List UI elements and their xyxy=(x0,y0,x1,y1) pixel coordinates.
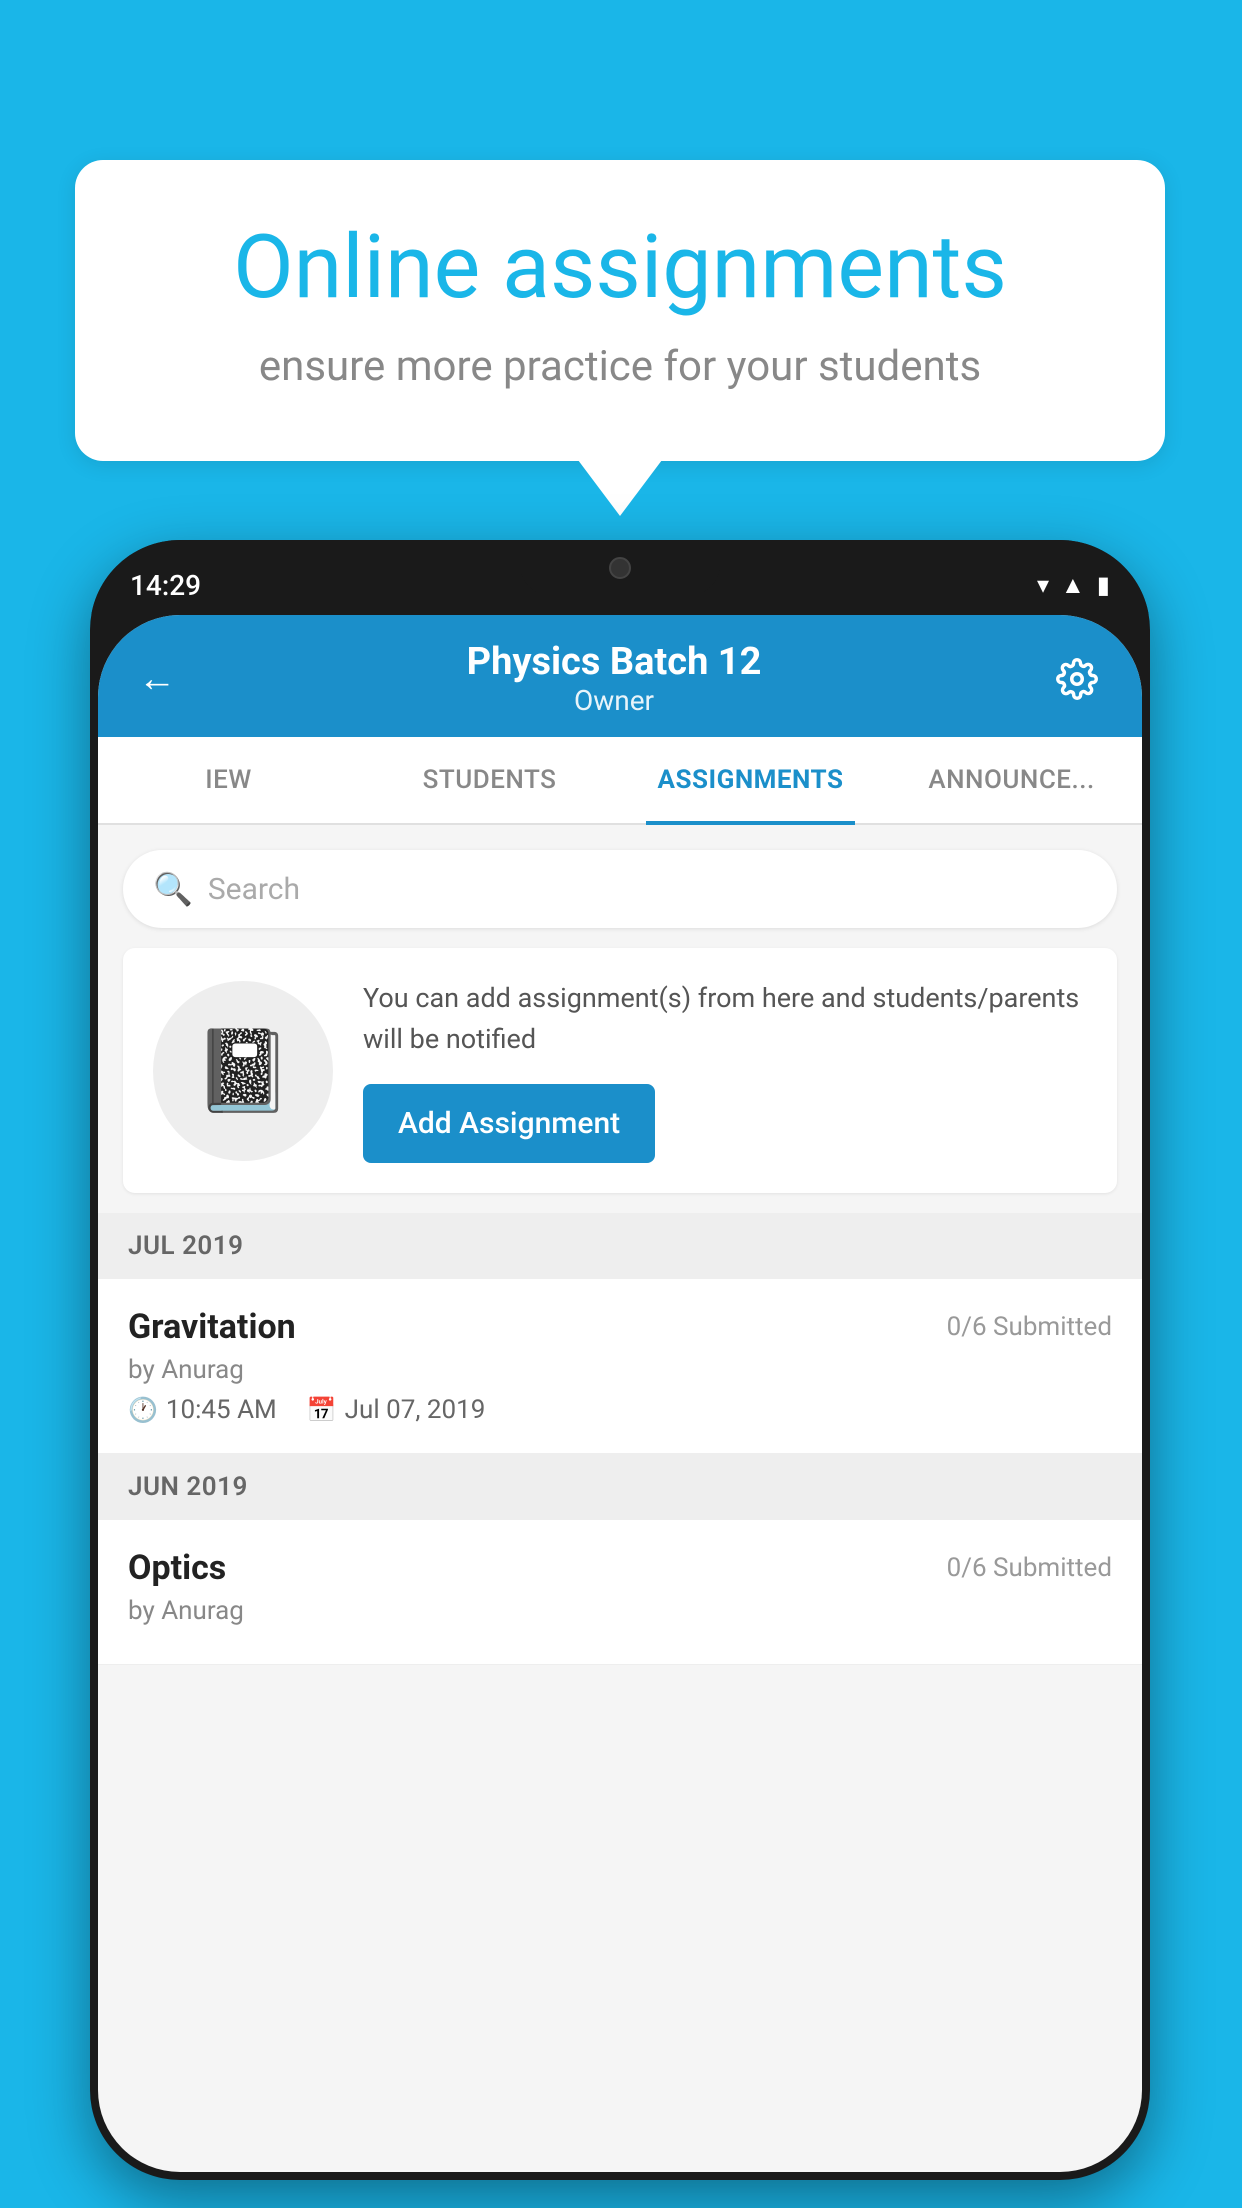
battery-icon: ▮ xyxy=(1097,571,1110,599)
camera xyxy=(609,557,631,579)
assignment-time: 🕐 10:45 AM xyxy=(128,1395,277,1425)
section-jun-2019: JUN 2019 xyxy=(98,1454,1142,1520)
assignment-author: by Anurag xyxy=(128,1355,1112,1385)
bubble-subtitle: ensure more practice for your students xyxy=(145,342,1095,391)
assignment-submitted-count: 0/6 Submitted xyxy=(947,1312,1112,1342)
status-bar: 14:29 ▾ ▲ ▮ xyxy=(90,540,1150,615)
phone-device: 14:29 ▾ ▲ ▮ ← Physics Batch 12 Owner xyxy=(90,540,1150,2180)
wifi-icon: ▾ xyxy=(1037,571,1049,599)
bubble-title: Online assignments xyxy=(145,220,1095,317)
speech-bubble: Online assignments ensure more practice … xyxy=(75,160,1165,461)
assignment-row-top: Gravitation 0/6 Submitted xyxy=(128,1307,1112,1347)
assignment-optics[interactable]: Optics 0/6 Submitted by Anurag xyxy=(98,1520,1142,1665)
status-time: 14:29 xyxy=(130,569,201,602)
tab-bar: IEW STUDENTS ASSIGNMENTS ANNOUNCE... xyxy=(98,737,1142,825)
header-subtitle: Owner xyxy=(467,684,762,717)
status-icons: ▾ ▲ ▮ xyxy=(1037,571,1110,600)
header-nav: ← Physics Batch 12 Owner xyxy=(138,640,1102,737)
tab-assignments[interactable]: ASSIGNMENTS xyxy=(620,737,881,823)
tab-iew[interactable]: IEW xyxy=(98,737,359,823)
assignment-row-top-2: Optics 0/6 Submitted xyxy=(128,1548,1112,1588)
assignment-date: 📅 Jul 07, 2019 xyxy=(307,1395,486,1425)
app-header: ← Physics Batch 12 Owner xyxy=(98,615,1142,737)
empty-icon-circle: 📓 xyxy=(153,981,333,1161)
phone-screen: ← Physics Batch 12 Owner IEW STUDENT xyxy=(98,615,1142,2172)
search-icon: 🔍 xyxy=(153,870,193,908)
assignment-title-2: Optics xyxy=(128,1548,226,1588)
header-title-group: Physics Batch 12 Owner xyxy=(467,640,762,717)
assignment-meta: 🕐 10:45 AM 📅 Jul 07, 2019 xyxy=(128,1395,1112,1425)
empty-description: You can add assignment(s) from here and … xyxy=(363,978,1087,1059)
calendar-icon: 📅 xyxy=(307,1396,337,1424)
back-button[interactable]: ← xyxy=(138,657,176,701)
search-bar[interactable]: 🔍 Search xyxy=(123,850,1117,928)
assignment-gravitation[interactable]: Gravitation 0/6 Submitted by Anurag 🕐 10… xyxy=(98,1279,1142,1454)
assignment-submitted-count-2: 0/6 Submitted xyxy=(947,1553,1112,1583)
assignment-author-2: by Anurag xyxy=(128,1596,1112,1626)
clock-icon: 🕐 xyxy=(128,1396,158,1424)
section-jul-2019: JUL 2019 xyxy=(98,1213,1142,1279)
empty-content: You can add assignment(s) from here and … xyxy=(363,978,1087,1163)
tab-students[interactable]: STUDENTS xyxy=(359,737,620,823)
empty-state-card: 📓 You can add assignment(s) from here an… xyxy=(123,948,1117,1193)
notebook-icon: 📓 xyxy=(193,1024,293,1118)
gear-icon xyxy=(1056,658,1098,700)
header-title: Physics Batch 12 xyxy=(467,640,762,684)
assignment-title: Gravitation xyxy=(128,1307,296,1347)
notch xyxy=(520,540,720,595)
tab-announcements[interactable]: ANNOUNCE... xyxy=(881,737,1142,823)
signal-icon: ▲ xyxy=(1061,571,1085,600)
settings-button[interactable] xyxy=(1052,654,1102,704)
add-assignment-button[interactable]: Add Assignment xyxy=(363,1084,655,1163)
search-placeholder: Search xyxy=(208,872,300,907)
